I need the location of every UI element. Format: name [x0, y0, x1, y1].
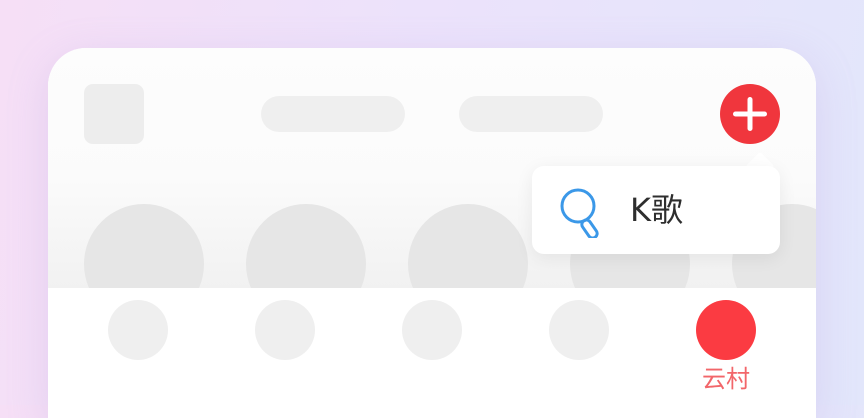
tab-placeholder-1[interactable] [261, 96, 405, 132]
avatar-placeholder[interactable] [84, 84, 144, 144]
tab-bar: 云村 [48, 288, 816, 418]
tab-placeholder[interactable] [255, 300, 315, 360]
phone-screen: 云村 K歌 [48, 48, 816, 418]
tab-placeholder[interactable] [108, 300, 168, 360]
popup-menu: K歌 [532, 166, 780, 254]
search-icon [560, 188, 599, 238]
menu-item-label: K歌 [630, 191, 683, 229]
tab-placeholder[interactable] [549, 300, 609, 360]
tab-cloud-village-label[interactable]: 云村 [696, 364, 756, 394]
tab-placeholder-2[interactable] [459, 96, 603, 132]
plus-icon [733, 97, 767, 131]
tab-cloud-village[interactable] [696, 300, 756, 360]
tab-placeholder[interactable] [402, 300, 462, 360]
menu-item-karaoke[interactable]: K歌 [532, 166, 780, 254]
add-button[interactable] [720, 84, 780, 144]
